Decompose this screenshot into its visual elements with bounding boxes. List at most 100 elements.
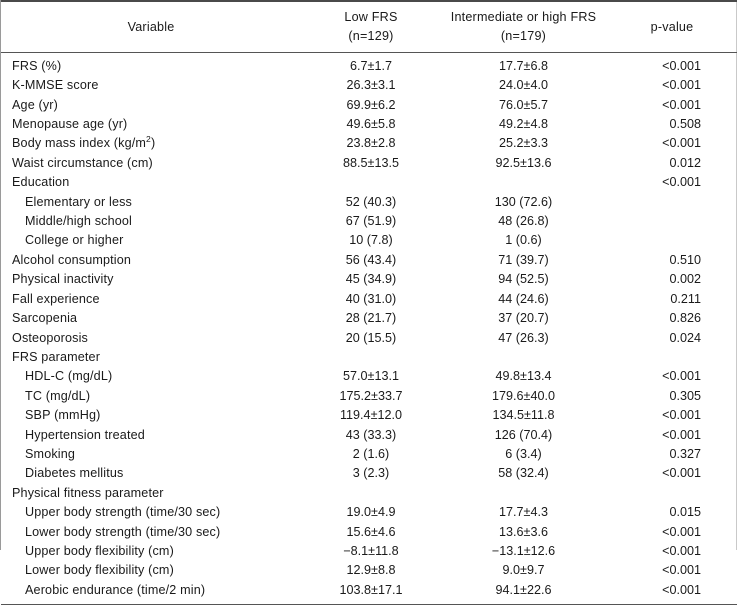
row-value-p-value: <0.001 <box>662 524 701 539</box>
row-value-p-value: 0.002 <box>669 272 701 287</box>
baseline-characteristics-table: Variable Low FRS (n=129) Intermediate or… <box>1 0 737 605</box>
row-value-intermediate-high-frs: 94 (52.5) <box>498 272 549 287</box>
row-value-intermediate-high-frs: 94.1±22.6 <box>441 580 606 605</box>
superscript: 2 <box>146 134 151 145</box>
table-row: Physical fitness parameter <box>1 484 737 503</box>
row-value-intermediate-high-frs: 17.7±6.8 <box>499 58 548 73</box>
table-header: Variable Low FRS (n=129) Intermediate or… <box>1 0 737 53</box>
row-value-low-frs: 40 (31.0) <box>345 291 397 306</box>
table-row: Middle/high school 67 (51.9) 48 (26.8) <box>1 212 737 231</box>
row-value-low-frs: 119.4±12.0 <box>339 408 402 423</box>
row-value-intermediate-high-frs <box>441 348 606 367</box>
row-value-p-value: <0.001 <box>606 580 737 605</box>
row-value-low-frs: 20 (15.5) <box>345 330 397 345</box>
row-value-low-frs: 12.9±8.8 <box>346 563 396 578</box>
row-variable-label: FRS parameter <box>12 349 101 364</box>
table-row: College or higher 10 (7.8) 1 (0.6) <box>1 231 737 250</box>
row-value-p-value: 0.305 <box>669 388 701 403</box>
column-header-p-value: p-value <box>606 0 737 53</box>
row-value-intermediate-high-frs <box>441 173 606 192</box>
row-variable-label: Middle/high school <box>25 214 133 229</box>
row-variable-label: Elementary or less <box>25 194 132 209</box>
row-value-p-value <box>606 193 737 212</box>
table-row: Hypertension treated 43 (33.3) 126 (70.4) <… <box>1 426 737 445</box>
table-row: Upper body flexibility (cm) −8.1±11.8 −13.… <box>1 542 737 561</box>
row-value-p-value <box>606 484 737 503</box>
row-value-p-value <box>606 212 737 231</box>
column-header-low-frs-label: Low FRS <box>344 10 398 24</box>
table-row: Sarcopenia 28 (21.7) 37 (20.7) 0.826 <box>1 309 737 328</box>
row-value-intermediate-high-frs: 49.2±4.8 <box>499 117 548 132</box>
table-row: Menopause age (yr) 49.6±5.8 49.2±4.8 0.508 <box>1 115 737 134</box>
row-variable-label: Body mass index (kg/m2) <box>12 134 156 151</box>
row-value-intermediate-high-frs: 37 (20.7) <box>498 311 549 326</box>
table-row: Age (yr) 69.9±6.2 76.0±5.7 <0.001 <box>1 96 737 115</box>
row-value-p-value <box>606 231 737 250</box>
column-header-p-value-label: p-value <box>650 19 694 34</box>
row-value-intermediate-high-frs: 24.0±4.0 <box>499 78 548 93</box>
table-row: FRS (%) 6.7±1.7 17.7±6.8 <0.001 <box>1 52 737 76</box>
row-value-p-value: 0.211 <box>670 291 701 306</box>
row-value-intermediate-high-frs: 25.2±3.3 <box>499 136 548 151</box>
column-header-intermediate-high-frs: Intermediate or high FRS (n=179) <box>441 0 606 53</box>
table-row: HDL-C (mg/dL) 57.0±13.1 49.8±13.4 <0.001 <box>1 367 737 386</box>
row-value-low-frs: 69.9±6.2 <box>346 97 396 112</box>
column-header-intermediate-high-frs-label: Intermediate or high FRS <box>450 10 597 24</box>
row-variable-label: Osteoporosis <box>12 330 88 345</box>
table-row: TC (mg/dL) 175.2±33.7 179.6±40.0 0.305 <box>1 387 737 406</box>
row-variable-label: Physical inactivity <box>12 272 114 287</box>
row-value-intermediate-high-frs: 71 (39.7) <box>498 252 549 267</box>
row-value-low-frs: 56 (43.4) <box>345 252 397 267</box>
row-value-p-value: <0.001 <box>662 58 701 73</box>
table-row: Waist circumstance (cm) 88.5±13.5 92.5±13.… <box>1 154 737 173</box>
row-value-low-frs: 26.3±3.1 <box>346 78 396 93</box>
table-row: Alcohol consumption 56 (43.4) 71 (39.7) 0.5… <box>1 251 737 270</box>
row-value-intermediate-high-frs: 44 (24.6) <box>498 291 549 306</box>
row-value-low-frs: 45 (34.9) <box>345 272 397 287</box>
table-row: Lower body flexibility (cm) 12.9±8.8 9.0±9… <box>1 561 737 580</box>
row-value-low-frs: 43 (33.3) <box>345 427 397 442</box>
row-value-low-frs: 3 (2.3) <box>352 466 390 481</box>
row-value-low-frs: 67 (51.9) <box>345 214 397 229</box>
table-row: Smoking 2 (1.6) 6 (3.4) 0.327 <box>1 445 737 464</box>
row-value-low-frs: 49.6±5.8 <box>346 117 396 132</box>
row-variable-label: Fall experience <box>12 291 100 306</box>
row-variable-label: Education <box>12 175 70 190</box>
row-value-p-value: 0.508 <box>669 117 701 132</box>
row-value-low-frs: 28 (21.7) <box>345 311 397 326</box>
row-value-intermediate-high-frs: 48 (26.8) <box>498 214 549 229</box>
row-value-intermediate-high-frs: 49.8±13.4 <box>495 369 552 384</box>
row-value-intermediate-high-frs: −13.1±12.6 <box>491 543 556 558</box>
row-value-intermediate-high-frs: 130 (72.6) <box>494 194 553 209</box>
row-variable-label: Smoking <box>25 446 76 461</box>
row-value-intermediate-high-frs: 179.6±40.0 <box>492 388 555 403</box>
row-value-p-value: <0.001 <box>662 466 701 481</box>
statistics-table-container: Variable Low FRS (n=129) Intermediate or… <box>0 0 737 605</box>
row-value-intermediate-high-frs: 58 (32.4) <box>498 466 549 481</box>
row-variable-label: K-MMSE score <box>12 78 99 93</box>
table-row: Elementary or less 52 (40.3) 130 (72.6) <box>1 193 737 212</box>
row-value-p-value: 0.015 <box>669 505 701 520</box>
row-value-intermediate-high-frs: 126 (70.4) <box>494 427 553 442</box>
row-variable-label: Physical fitness parameter <box>12 485 164 500</box>
table-row: Education <0.001 <box>1 173 737 192</box>
row-variable-label: Alcohol consumption <box>12 252 132 267</box>
row-variable-label: Upper body strength (time/30 sec) <box>25 505 221 520</box>
column-header-variable-label: Variable <box>127 19 175 34</box>
row-variable-label: Age (yr) <box>12 97 58 112</box>
row-value-p-value: <0.001 <box>662 97 701 112</box>
table-row: Fall experience 40 (31.0) 44 (24.6) 0.211 <box>1 290 737 309</box>
row-value-p-value: 0.327 <box>669 446 701 461</box>
row-variable-label: Upper body flexibility (cm) <box>25 543 174 558</box>
row-value-low-frs <box>301 173 441 192</box>
row-value-p-value: 0.012 <box>669 155 701 170</box>
row-value-low-frs: 10 (7.8) <box>349 233 393 248</box>
row-value-low-frs: 52 (40.3) <box>345 194 397 209</box>
row-variable-label: Diabetes mellitus <box>25 466 124 481</box>
row-variable-label: College or higher <box>25 233 124 248</box>
row-value-p-value: <0.001 <box>662 175 701 190</box>
row-value-p-value: 0.024 <box>669 330 701 345</box>
table-row: Diabetes mellitus 3 (2.3) 58 (32.4) <0.001 <box>1 464 737 483</box>
row-value-low-frs: 6.7±1.7 <box>350 58 392 73</box>
column-header-low-frs-count: (n=129) <box>348 29 394 44</box>
